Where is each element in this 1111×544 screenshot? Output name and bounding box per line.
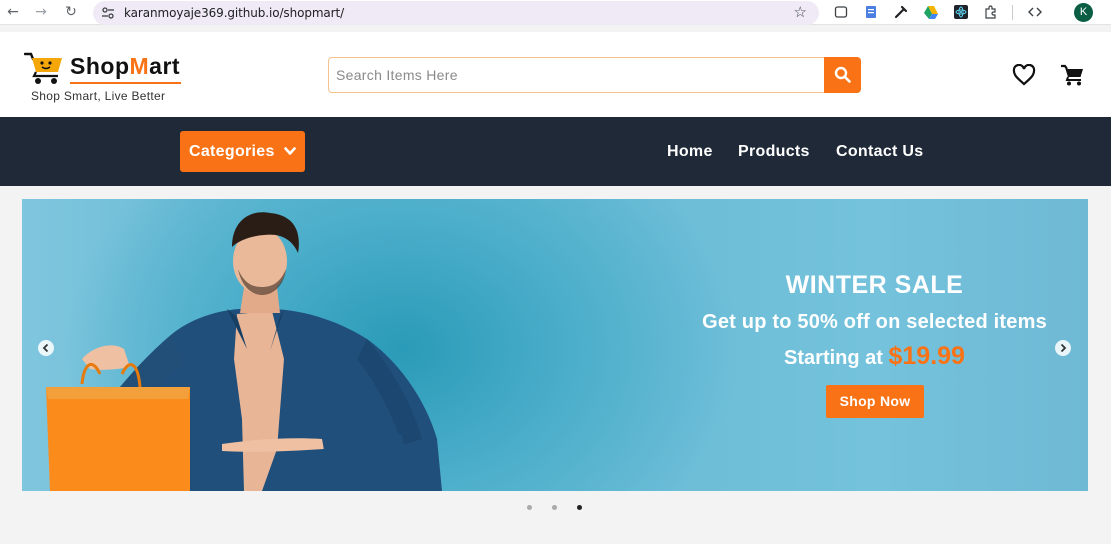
reload-icon[interactable]: ↻ bbox=[62, 3, 80, 21]
categories-dropdown-button[interactable]: Categories bbox=[180, 131, 305, 172]
forward-icon[interactable]: → bbox=[32, 3, 50, 21]
search-box bbox=[328, 57, 825, 93]
categories-label: Categories bbox=[189, 143, 275, 160]
shopping-cart-logo-icon[interactable] bbox=[24, 51, 64, 85]
hero-price: $19.99 bbox=[888, 342, 965, 370]
nav-link-contact-us[interactable]: Contact Us bbox=[836, 143, 923, 161]
bookmark-star-icon[interactable]: ☆ bbox=[794, 3, 807, 21]
react-devtools-icon[interactable] bbox=[953, 4, 969, 20]
hero-title: WINTER SALE bbox=[785, 271, 964, 299]
address-bar[interactable]: karanmoyaje369.github.io/shopmart/ ☆ bbox=[93, 1, 819, 25]
carousel-dot-1[interactable] bbox=[527, 505, 532, 510]
logo-text[interactable]: ShopMart bbox=[70, 53, 180, 80]
hero-starting-prefix: Starting at bbox=[784, 347, 883, 369]
main-navbar: Categories Home Products Contact Us bbox=[0, 117, 1111, 186]
chevron-down-icon bbox=[284, 147, 296, 155]
tagline: Shop Smart, Live Better bbox=[31, 89, 166, 103]
url-text: karanmoyaje369.github.io/shopmart/ bbox=[124, 6, 345, 20]
carousel-dot-2[interactable] bbox=[552, 505, 557, 510]
carousel-indicators bbox=[525, 505, 585, 513]
cart-icon[interactable] bbox=[1060, 64, 1084, 86]
carousel-dot-3-active[interactable] bbox=[577, 505, 582, 510]
docs-extension-icon[interactable] bbox=[863, 4, 879, 20]
site-settings-icon[interactable] bbox=[100, 5, 116, 21]
tab-icon[interactable] bbox=[833, 4, 849, 20]
toolbar-divider bbox=[1012, 5, 1013, 20]
hero-carousel: WINTER SALE Get up to 50% off on selecte… bbox=[22, 199, 1088, 491]
devtools-icon[interactable] bbox=[1027, 4, 1043, 20]
hero-subtitle: Get up to 50% off on selected items bbox=[702, 311, 1047, 333]
logo-text-prefix: Shop bbox=[70, 53, 130, 79]
search-icon bbox=[834, 66, 851, 83]
hero-model-image bbox=[46, 212, 442, 491]
profile-avatar[interactable]: K bbox=[1074, 3, 1093, 22]
search-input[interactable] bbox=[329, 58, 825, 92]
chevron-left-icon bbox=[42, 343, 49, 353]
search-button[interactable] bbox=[824, 57, 861, 93]
hero-starting-line: Starting at $19.99 bbox=[687, 342, 1062, 371]
drive-icon[interactable] bbox=[923, 4, 939, 20]
nav-link-products[interactable]: Products bbox=[738, 143, 810, 161]
logo-text-m: M bbox=[129, 53, 150, 79]
logo-underline bbox=[70, 82, 181, 84]
nav-link-home[interactable]: Home bbox=[667, 143, 713, 161]
eyedropper-icon[interactable] bbox=[893, 4, 909, 20]
browser-toolbar: ← → ↻ karanmoyaje369.github.io/shopmart/… bbox=[0, 0, 1111, 25]
logo-text-suffix: art bbox=[149, 53, 181, 79]
extensions-puzzle-icon[interactable] bbox=[983, 4, 999, 20]
carousel-prev-button[interactable] bbox=[38, 340, 54, 356]
shop-now-button[interactable]: Shop Now bbox=[826, 385, 924, 418]
heart-wishlist-icon[interactable] bbox=[1012, 64, 1036, 86]
site-header: ShopMart Shop Smart, Live Better bbox=[0, 32, 1111, 117]
back-icon[interactable]: ← bbox=[4, 3, 22, 21]
